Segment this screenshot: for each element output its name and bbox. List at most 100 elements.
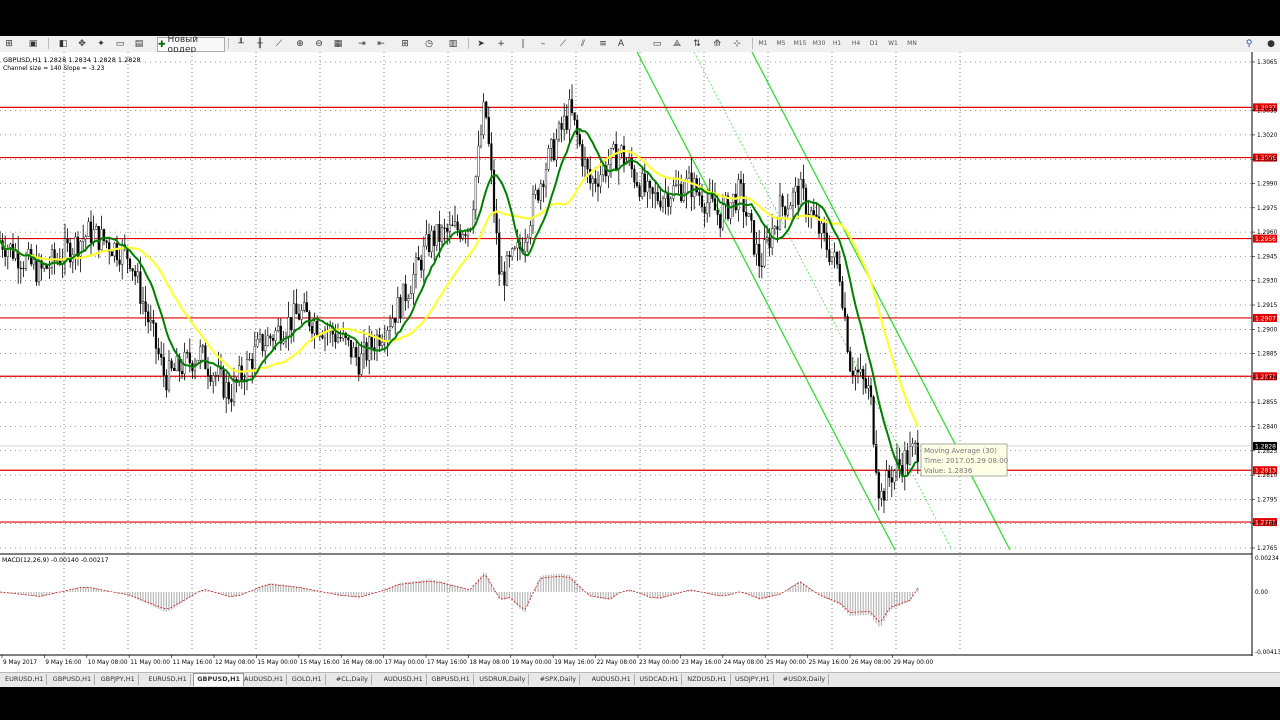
candle-body	[173, 367, 176, 371]
candle-body	[388, 326, 392, 331]
candle-body	[659, 200, 662, 208]
candle-body	[739, 179, 743, 184]
timeframe-mn[interactable]: MN	[905, 37, 919, 50]
periods-icon[interactable]: ◷	[422, 37, 436, 50]
timeframe-m30[interactable]: M30	[811, 37, 827, 50]
chart-tab[interactable]: #CL,Daily	[333, 674, 372, 685]
timeframe-m1[interactable]: M1	[757, 37, 769, 50]
candle-body	[128, 258, 132, 269]
new-order-button[interactable]: ✚ Новый ордер	[157, 35, 225, 55]
account-icon[interactable]: ●	[1264, 37, 1278, 50]
candle-body	[505, 255, 509, 286]
line-chart-icon[interactable]: ⟋	[272, 37, 286, 50]
indicators-icon[interactable]: ⊞	[398, 37, 412, 50]
chart-tab[interactable]: USDJPY,H1	[732, 674, 774, 685]
horizontal-line-icon[interactable]: –	[536, 37, 550, 50]
label-icon[interactable]: ▭	[650, 37, 664, 50]
data-window-icon[interactable]: ✥	[75, 37, 89, 50]
chart-tab[interactable]: EURUSD,H1	[2, 674, 48, 685]
more-tools-icon[interactable]: ⊹	[730, 37, 744, 50]
tile-windows-icon[interactable]: ▦	[331, 37, 345, 50]
zoom-out-icon[interactable]: ⊖	[312, 37, 326, 50]
price-label: 1.2825	[1257, 449, 1278, 455]
text-icon[interactable]: A	[614, 37, 628, 50]
candle-body	[841, 281, 844, 309]
candle-body	[303, 302, 306, 311]
candle-body	[199, 346, 202, 361]
timeframe-w1[interactable]: W1	[887, 37, 899, 50]
candle-body	[251, 358, 254, 369]
arrows-icon[interactable]: ⇅	[690, 37, 704, 50]
candle-body	[641, 173, 644, 197]
price-label: 1.2885	[1257, 352, 1278, 358]
profiles-icon[interactable]: ▣	[26, 37, 40, 50]
crosshair-icon[interactable]: +	[494, 37, 508, 50]
candle-body	[700, 195, 704, 208]
chart-tab[interactable]: GOLD,H1	[289, 674, 326, 685]
timeframe-h1[interactable]: H1	[831, 37, 843, 50]
channel-icon[interactable]: ⫽	[576, 37, 590, 50]
candle-body	[248, 358, 251, 361]
chart-area[interactable]: 1.30371.30061.29561.29071.28711.28131.27…	[0, 52, 1280, 672]
cursor-icon[interactable]: ➤	[474, 37, 488, 50]
fibonacci-icon[interactable]: ≡	[596, 37, 610, 50]
templates-icon[interactable]: ▥	[446, 37, 460, 50]
navigator-icon[interactable]: ✦	[94, 37, 108, 50]
candle-body	[282, 340, 285, 344]
candle-body	[680, 184, 683, 202]
candle-body	[843, 307, 847, 317]
chart-tab[interactable]: #SPX,Daily	[537, 674, 581, 685]
candlestick-icon[interactable]: ╫	[253, 37, 267, 50]
market-watch-icon[interactable]: ◧	[56, 37, 70, 50]
time-label: 19 May 00:00	[512, 660, 552, 666]
candle-body	[136, 271, 139, 277]
candle-body	[321, 335, 324, 339]
candle-body	[14, 250, 17, 259]
candle-body	[888, 470, 891, 478]
vertical-line-icon[interactable]: |	[516, 37, 530, 50]
candle-body	[784, 206, 787, 216]
chart-tab[interactable]: GBPUSD,H1	[193, 673, 245, 686]
timeframe-h4[interactable]: H4	[850, 37, 862, 50]
terminal-icon[interactable]: ▭	[113, 37, 127, 50]
timeframe-m15[interactable]: M15	[792, 37, 808, 50]
chart-tab[interactable]: GBPJPY,H1	[98, 674, 139, 685]
tooltip-line-1: Moving Average (30)	[924, 447, 997, 455]
chart-tabs: EURUSD,H1 GBPUSD,H1 GBPJPY,H1 EURUSD,H1 GBPU…	[0, 672, 1280, 687]
candle-body	[209, 375, 212, 382]
timeframe-d1[interactable]: D1	[868, 37, 880, 50]
chart-shift-icon[interactable]: ⇤	[374, 37, 388, 50]
chart-tab[interactable]: EURUSD,H1	[145, 674, 191, 685]
chart-symbol-header: GBPUSD,H1 1.2828 1.2834 1.2828 1.2828	[3, 56, 141, 64]
autoscroll-icon[interactable]: ⇥	[355, 37, 369, 50]
search-icon[interactable]: ⚲	[1242, 37, 1256, 50]
chart-tab[interactable]: USDCAD,H1	[636, 674, 683, 685]
chart-tab[interactable]: AUDUSD,H1	[241, 674, 288, 685]
candle-body	[830, 256, 834, 263]
shapes-icon[interactable]: ⟁	[670, 37, 684, 50]
chart-tab[interactable]: AUDUSD,H1	[381, 674, 427, 685]
bar-chart-icon[interactable]: ╨	[234, 37, 248, 50]
chart-tab[interactable]: NZDUSD,H1	[684, 674, 731, 685]
zoom-in-icon[interactable]: ⊕	[293, 37, 307, 50]
candle-body	[591, 178, 594, 184]
strategy-tester-icon[interactable]: ▤	[132, 37, 146, 50]
macd-axis-label: 0.00234	[1255, 556, 1279, 562]
candle-body	[856, 369, 860, 373]
price-label: 1.2840	[1257, 425, 1278, 431]
candle-body	[755, 244, 758, 255]
chart-tab[interactable]: #USDX,Daily	[780, 674, 830, 685]
chart-tab[interactable]: GBPUSD,H1	[50, 674, 96, 685]
trendline-icon[interactable]: ⟋	[556, 37, 570, 50]
candle-body	[667, 192, 670, 207]
chart-tab[interactable]: AUDUSD,H1	[589, 674, 635, 685]
candle-body	[500, 271, 503, 275]
chart-tab[interactable]: USDRUR,Daily	[476, 674, 530, 685]
candle-body	[539, 183, 542, 201]
timeframe-m5[interactable]: M5	[775, 37, 787, 50]
level-tag: 1.2956	[1255, 236, 1276, 243]
chart-tab[interactable]: GBPUSD,H1	[428, 674, 474, 685]
new-chart-icon[interactable]: ⊞	[2, 37, 16, 50]
candle-body	[399, 297, 402, 319]
gann-icon[interactable]: ⟰	[710, 37, 724, 50]
